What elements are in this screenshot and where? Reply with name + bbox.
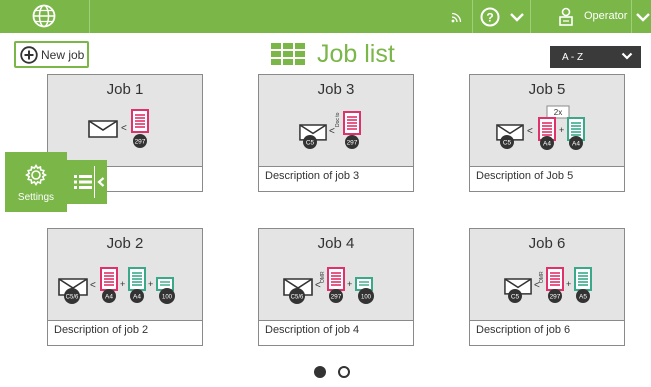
- svg-text:OMR: OMR: [320, 271, 326, 283]
- page-dot[interactable]: [338, 366, 350, 378]
- page-dot-active[interactable]: [314, 366, 326, 378]
- svg-text:C5: C5: [503, 140, 512, 147]
- svg-text:?: ?: [486, 10, 493, 24]
- job-name: Job 3: [317, 81, 355, 98]
- svg-text:+: +: [120, 279, 125, 289]
- svg-text:+: +: [347, 279, 352, 289]
- svg-text:100: 100: [162, 295, 173, 301]
- user-name[interactable]: Operator: [584, 10, 627, 22]
- job-name: Job 5: [528, 81, 566, 98]
- chevron-down-icon[interactable]: [506, 0, 528, 33]
- svg-text:+: +: [566, 279, 571, 289]
- help-icon[interactable]: ?: [476, 0, 504, 33]
- svg-text:+: +: [148, 279, 153, 289]
- job-card[interactable]: Job 5 C5 < 2x A4 + A4 Description of Job…: [469, 74, 625, 192]
- svg-text:<: <: [527, 126, 533, 137]
- job-name: Job 4: [317, 235, 355, 252]
- job-illustration: C5/6 < OMR 297 + 100: [283, 267, 374, 304]
- job-card[interactable]: Job 4 C5/6 < OMR 297 + 100 Description o…: [258, 228, 414, 346]
- job-illustration: C5 < OMR 297 + A5: [504, 267, 592, 303]
- svg-text:<: <: [121, 123, 127, 134]
- job-illustration: < 297: [88, 109, 149, 148]
- plus-circle-icon: [20, 45, 38, 64]
- svg-text:Doc to: Doc to: [335, 112, 341, 127]
- svg-text:297: 297: [347, 140, 358, 147]
- chevron-left-icon: [97, 177, 105, 187]
- sort-select[interactable]: A - Z: [550, 46, 641, 68]
- sort-value: A - Z: [562, 51, 584, 63]
- page-indicator: [314, 366, 350, 378]
- wifi-icon[interactable]: [444, 0, 470, 33]
- job-description: Description of job 6: [476, 324, 571, 336]
- job-description: Description of job 3: [265, 170, 360, 182]
- svg-text:<: <: [90, 280, 96, 291]
- svg-text:A4: A4: [572, 141, 580, 148]
- svg-text:A4: A4: [133, 294, 141, 301]
- list-icon: [74, 175, 92, 189]
- svg-text:OMR: OMR: [539, 271, 545, 283]
- chevron-down-icon: [621, 52, 633, 60]
- gear-icon: [25, 164, 47, 186]
- job-illustration: C5 < Doc to 297: [299, 111, 361, 149]
- page-title-area: Job list: [271, 40, 395, 68]
- job-name: Job 6: [528, 235, 566, 252]
- settings-label: Settings: [17, 192, 55, 203]
- job-description: Description of job 4: [265, 324, 360, 336]
- job-illustration: C5/6 < A4 + A4 + 100: [58, 267, 175, 304]
- job-card[interactable]: Job 2 C5/6 < A4 + A4 + 100 Description o…: [47, 228, 203, 346]
- svg-text:297: 297: [331, 294, 342, 301]
- job-description: Description of job 2: [54, 324, 149, 336]
- job-description: Description of Job 5: [476, 170, 574, 182]
- svg-text:C5/6: C5/6: [291, 295, 304, 301]
- job-card[interactable]: Job 6 C5 < OMR 297 + A5 Description of j…: [469, 228, 625, 346]
- svg-text:C5: C5: [306, 140, 315, 147]
- top-bar: ? Operator: [0, 0, 651, 33]
- job-name: Job 2: [106, 235, 144, 252]
- svg-text:A5: A5: [579, 294, 587, 301]
- settings-button[interactable]: Settings: [5, 152, 67, 212]
- side-menu-toggle[interactable]: [67, 160, 107, 204]
- globe-icon: [32, 4, 56, 28]
- svg-text:100: 100: [361, 295, 372, 301]
- user-icon[interactable]: [556, 0, 576, 33]
- user-menu-chevron-icon[interactable]: [634, 0, 651, 33]
- new-job-button[interactable]: New job: [14, 41, 89, 68]
- job-card[interactable]: Job 3 C5 < Doc to 297 Description of job…: [258, 74, 414, 192]
- svg-text:2x: 2x: [554, 108, 562, 117]
- svg-text:+: +: [559, 125, 564, 135]
- svg-text:C5/6: C5/6: [66, 295, 79, 301]
- job-name: Job 1: [106, 81, 144, 98]
- job-illustration: C5 < 2x A4 + A4: [496, 105, 585, 150]
- svg-text:A4: A4: [543, 141, 551, 148]
- grid-icon: [271, 43, 305, 65]
- svg-text:C5: C5: [511, 294, 520, 301]
- svg-text:A4: A4: [105, 294, 113, 301]
- svg-text:297: 297: [135, 139, 146, 146]
- home-button[interactable]: [0, 0, 90, 33]
- svg-text:297: 297: [550, 294, 561, 301]
- new-job-label: New job: [41, 47, 85, 62]
- page-title: Job list: [317, 40, 395, 68]
